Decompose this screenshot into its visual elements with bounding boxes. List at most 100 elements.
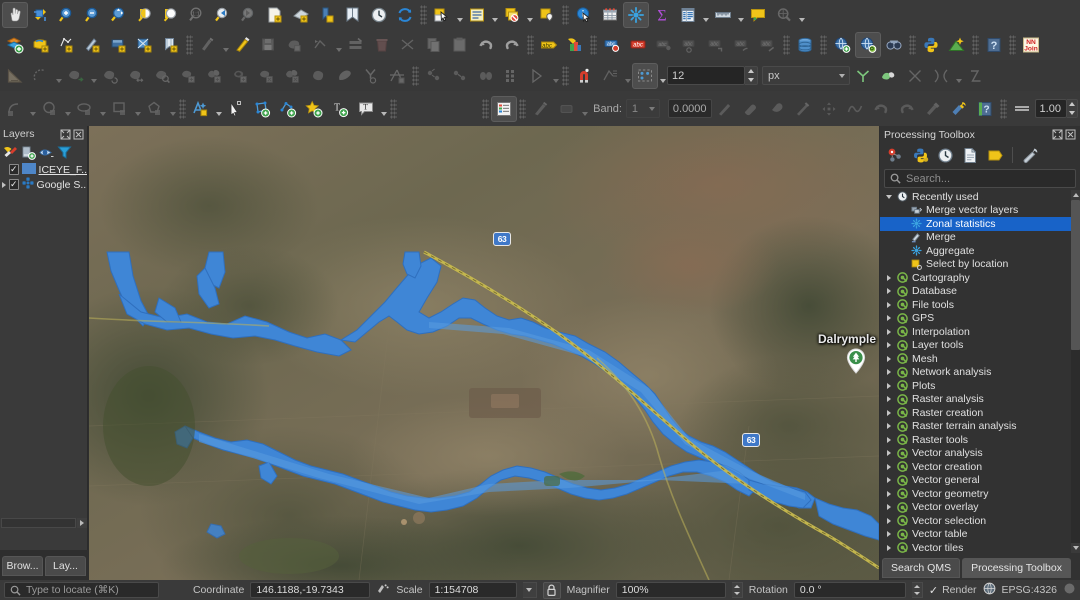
add-circular-string-button[interactable] bbox=[28, 63, 54, 89]
layer-item-google[interactable]: ✓ Google S... bbox=[0, 177, 87, 192]
raster-fill-button[interactable] bbox=[764, 96, 790, 122]
add-raster-layer-button[interactable] bbox=[28, 32, 54, 58]
circle-arc-dropdown[interactable] bbox=[28, 97, 37, 121]
processing-search-field[interactable]: Search... bbox=[884, 169, 1076, 188]
html-annotation-button[interactable]: T bbox=[353, 96, 379, 122]
select-by-value-button[interactable] bbox=[464, 2, 490, 28]
toolbar-grip-16[interactable] bbox=[519, 98, 527, 119]
modify-annotation-button[interactable] bbox=[223, 96, 249, 122]
zoom-next-button[interactable] bbox=[236, 2, 262, 28]
expand-icon[interactable] bbox=[884, 422, 893, 431]
change-label-button[interactable]: abc bbox=[729, 32, 755, 58]
edit-label-button[interactable]: abc bbox=[755, 32, 781, 58]
rotate-feature-button[interactable] bbox=[98, 63, 124, 89]
magnifier-value[interactable]: 100% bbox=[615, 582, 726, 598]
angle-tool-button[interactable] bbox=[525, 63, 551, 89]
processing-tree-item[interactable]: Zonal statistics bbox=[880, 217, 1080, 231]
float-processing-panel-icon[interactable] bbox=[1052, 129, 1063, 140]
raster-curve-button[interactable] bbox=[842, 96, 868, 122]
processing-tree-item[interactable]: Vector geometry bbox=[880, 487, 1080, 501]
expand-icon[interactable] bbox=[884, 273, 893, 282]
expand-icon[interactable] bbox=[884, 314, 893, 323]
cut-features-button[interactable] bbox=[395, 32, 421, 58]
edit-model-icon[interactable] bbox=[984, 142, 1006, 168]
processing-tree-item[interactable]: Aggregate bbox=[880, 244, 1080, 258]
find-button[interactable] bbox=[771, 2, 797, 28]
processing-tree-item[interactable]: Vector analysis bbox=[880, 447, 1080, 461]
layer-visibility-checkbox-google[interactable]: ✓ bbox=[9, 179, 19, 190]
render-checkbox[interactable]: ✓ Render bbox=[929, 584, 977, 597]
float-panel-icon[interactable] bbox=[60, 129, 71, 140]
temporal-controller-button[interactable] bbox=[366, 2, 392, 28]
angle-tool-dropdown[interactable] bbox=[551, 64, 560, 88]
show-bookmarks-button[interactable] bbox=[340, 2, 366, 28]
rotation-stepper[interactable] bbox=[911, 582, 923, 598]
tracing-button[interactable] bbox=[963, 63, 989, 89]
field-calculator-button[interactable] bbox=[675, 2, 701, 28]
expand-icon[interactable] bbox=[884, 503, 893, 512]
processing-tree-item[interactable]: Vector table bbox=[880, 528, 1080, 542]
trim-extend-button[interactable] bbox=[473, 63, 499, 89]
expand-icon[interactable] bbox=[884, 381, 893, 390]
add-part-button[interactable] bbox=[202, 63, 228, 89]
layer-styling-button[interactable] bbox=[562, 32, 588, 58]
processing-tree-item[interactable]: Vector selection bbox=[880, 514, 1080, 528]
copy-features-button[interactable] bbox=[421, 32, 447, 58]
delete-selected-button[interactable] bbox=[369, 32, 395, 58]
layer-styling-panel-button[interactable] bbox=[491, 95, 518, 122]
raster-color-swatch[interactable] bbox=[554, 96, 580, 122]
python-scripts-icon[interactable] bbox=[909, 142, 931, 168]
self-intersection-button[interactable] bbox=[902, 63, 928, 89]
nnjoin-button[interactable]: NN Join bbox=[1018, 32, 1044, 58]
coordinate-toggle-icon[interactable] bbox=[376, 582, 390, 599]
add-marker-annotation-button[interactable] bbox=[301, 96, 327, 122]
identify-features-button[interactable] bbox=[571, 2, 597, 28]
processing-tree-item[interactable]: Merge vector layers bbox=[880, 204, 1080, 218]
map-canvas[interactable]: 63 63 Dalrymple bbox=[89, 126, 879, 580]
opacity-input[interactable]: 1.00 bbox=[1034, 99, 1067, 118]
close-processing-panel-icon[interactable] bbox=[1065, 129, 1076, 140]
opacity-stepper[interactable] bbox=[1066, 99, 1078, 118]
toolbar-grip-13[interactable] bbox=[179, 98, 186, 119]
scroll-down-arrow[interactable] bbox=[1071, 543, 1080, 553]
delete-ring-button[interactable] bbox=[254, 63, 280, 89]
select-by-value-dropdown[interactable] bbox=[490, 3, 499, 27]
select-by-location-button[interactable] bbox=[534, 2, 560, 28]
add-text-annotation-button[interactable]: T bbox=[327, 96, 353, 122]
add-circle-from-arc-button[interactable] bbox=[2, 96, 28, 122]
processing-tree-item[interactable]: Database bbox=[880, 285, 1080, 299]
expand-icon[interactable] bbox=[884, 287, 893, 296]
scale-dropdown[interactable] bbox=[522, 582, 537, 598]
ellipse-dropdown[interactable] bbox=[98, 97, 107, 121]
raster-pencil-button[interactable] bbox=[528, 96, 554, 122]
rotation-value[interactable]: 0.0 ° bbox=[793, 582, 906, 598]
snapping-mode-dropdown[interactable] bbox=[623, 64, 632, 88]
add-polygon-annotation-button[interactable] bbox=[249, 96, 275, 122]
zoom-full-button[interactable] bbox=[106, 2, 132, 28]
split-features-button[interactable] bbox=[358, 63, 384, 89]
toggle-editing-button[interactable] bbox=[230, 32, 256, 58]
add-delimited-text-layer-button[interactable] bbox=[80, 32, 106, 58]
add-rectangle-button[interactable] bbox=[107, 96, 133, 122]
layer-item-iceye[interactable]: ✓ ICEYE_F... bbox=[0, 162, 87, 177]
layers-horizontal-scrollbar[interactable] bbox=[0, 518, 88, 528]
models-icon[interactable] bbox=[884, 142, 906, 168]
pan-map-button[interactable] bbox=[2, 2, 28, 28]
raster-color-dropdown[interactable] bbox=[580, 97, 589, 121]
expand-icon[interactable] bbox=[884, 354, 893, 363]
raster-tools-button[interactable] bbox=[920, 96, 946, 122]
raster-pick-button[interactable] bbox=[790, 96, 816, 122]
toolbar-grip-6[interactable] bbox=[783, 35, 790, 55]
highlight-pinned-labels-button[interactable]: abc bbox=[599, 32, 625, 58]
pan-to-selection-button[interactable] bbox=[28, 2, 54, 28]
tab-search-qms[interactable]: Search QMS bbox=[882, 558, 961, 578]
snapping-units-select[interactable]: px bbox=[762, 66, 850, 85]
refresh-button[interactable] bbox=[392, 2, 418, 28]
toolbar-grip-5[interactable] bbox=[590, 35, 597, 55]
layers-scroll-track[interactable] bbox=[1, 518, 76, 528]
processing-algorithm-tree[interactable]: Recently used Merge vector layers Zonal st… bbox=[880, 190, 1080, 553]
statistical-summary-button[interactable]: Σ bbox=[649, 2, 675, 28]
expand-icon[interactable] bbox=[884, 435, 893, 444]
raster-value-input[interactable]: 0.0000 bbox=[667, 99, 712, 118]
raster-help-button[interactable]: ? bbox=[972, 96, 998, 122]
